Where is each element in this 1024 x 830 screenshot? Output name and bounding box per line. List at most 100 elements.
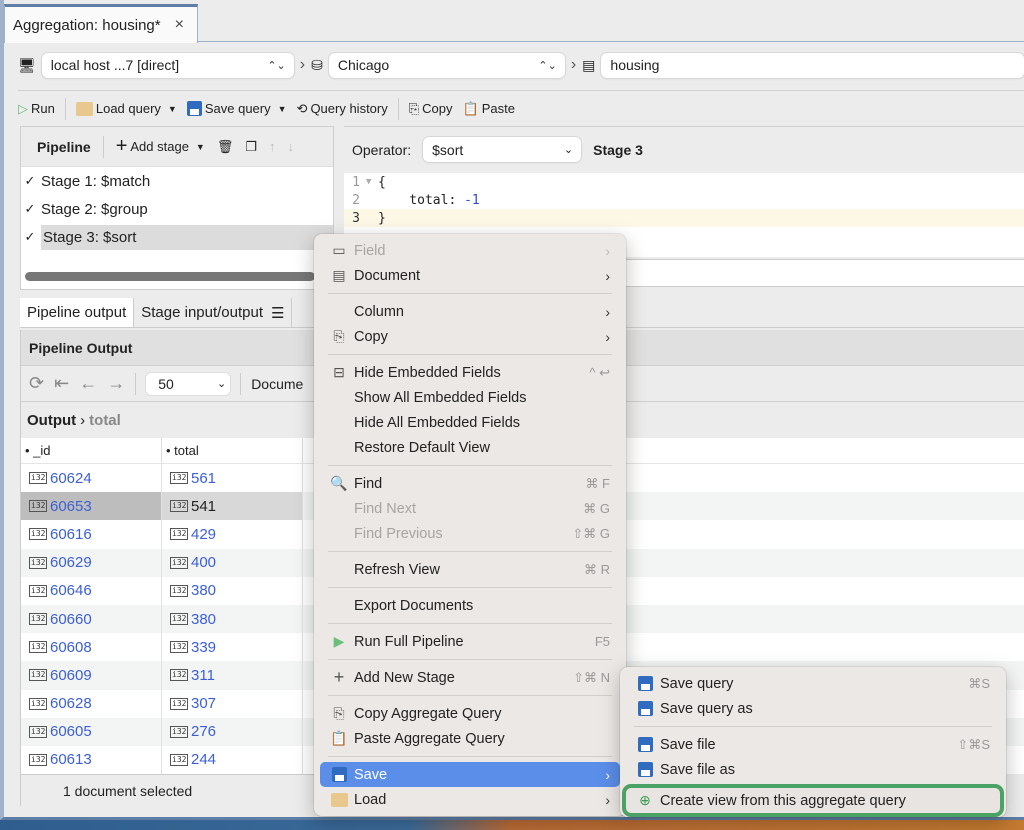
server-select[interactable]: local host ...7 [direct] ⌃⌄ [41,52,294,78]
add-stage-button[interactable]: + Add stage ▼ [116,135,205,158]
save-query-button[interactable]: Save query ▼ [186,101,287,116]
cell-total[interactable]: i32 380 [162,604,303,634]
page-size-value: 50 [158,375,174,392]
cell-id[interactable]: i32 60613 [21,745,162,775]
chevron-right-icon: › [570,56,577,73]
line-number: 1 [352,174,360,190]
refresh-icon[interactable]: ⟳ [29,373,44,394]
menu-item-copy[interactable]: ⎘ Copy › [320,324,620,349]
menu-label: Save [354,766,388,783]
cell-id[interactable]: i32 60653 [21,492,162,521]
column-header-total[interactable]: • total [162,438,303,463]
cell-total[interactable]: i32 244 [162,745,303,775]
cell-id[interactable]: i32 60608 [21,633,162,662]
chevron-right-icon: › [605,242,610,259]
cell-total[interactable]: i32 311 [162,661,303,690]
tab-stage-io[interactable]: Stage input/output ☰ [134,298,293,327]
first-page-icon[interactable]: ⇤ [54,373,69,394]
horizontal-scrollbar[interactable] [25,272,315,281]
server-icon: 🖥 [18,56,36,73]
cell-total[interactable]: i32 400 [162,548,303,577]
cell-total[interactable]: i32 561 [162,464,303,493]
cell-id[interactable]: i32 60616 [21,520,162,549]
trash-icon[interactable]: 🗑 [217,139,234,155]
cell-id[interactable]: i32 60609 [21,661,162,690]
menu-item-save-file-as[interactable]: Save file as [626,757,1000,782]
menu-item-find-previous[interactable]: Find Previous ⇧⌘ G [320,521,620,546]
chevron-right-icon: › [605,766,610,783]
cell-id[interactable]: i32 60629 [21,548,162,577]
cell-total[interactable]: i32 339 [162,633,303,662]
menu-item-paste-aggregate[interactable]: 📋 Paste Aggregate Query [320,726,620,751]
stage-checkbox[interactable]: ✓ [23,173,37,188]
stage-row[interactable]: ✓ Stage 1: $match [21,167,333,195]
operator-select[interactable]: $sort ⌄ [423,137,582,162]
database-select[interactable]: Chicago ⌃⌄ [328,52,565,78]
tab-pipeline-output[interactable]: Pipeline output [20,298,135,327]
breadcrumb-root[interactable]: Output [27,412,76,429]
cell-total[interactable]: i32 276 [162,717,303,746]
column-header-id[interactable]: • _id [21,438,162,463]
prev-page-icon[interactable]: ← [79,373,97,394]
menu-item-document[interactable]: ▤ Document › [320,263,620,288]
menu-item-field[interactable]: ▭ Field › [320,238,620,263]
page-size-select[interactable]: 50 ⌄ [146,372,231,395]
menu-item-find[interactable]: 🔍 Find ⌘ F [320,471,620,496]
tab-aggregation-housing[interactable]: Aggregation: housing* × [4,4,198,43]
query-history-button[interactable]: ⟲ Query history [297,101,388,117]
stage-row[interactable]: ✓ Stage 3: $sort [21,223,333,251]
menu-item-add-new-stage[interactable]: + Add New Stage ⇧⌘ N [320,665,620,690]
menu-separator [328,659,612,660]
cell-id[interactable]: i32 60646 [21,576,162,605]
cell-id[interactable]: i32 60605 [21,717,162,746]
stage-row[interactable]: ✓ Stage 2: $group [21,195,333,223]
menu-item-restore-default[interactable]: Restore Default View [320,435,620,460]
arrow-up-icon[interactable]: ↑ [269,139,276,154]
menu-item-save[interactable]: Save › [320,762,620,787]
stage-checkbox[interactable]: ✓ [23,229,37,244]
cell-id[interactable]: i32 60624 [21,464,162,493]
cell-id[interactable]: i32 60660 [21,604,162,634]
shortcut: ^ ↩ [589,364,610,380]
menu-item-export-documents[interactable]: Export Documents [320,593,620,618]
stage-checkbox[interactable]: ✓ [23,201,37,216]
cell-value: 541 [191,497,217,515]
caret-down-icon: ▼ [277,103,287,114]
run-button[interactable]: ▷ Run [18,101,55,117]
menu-item-save-query[interactable]: Save query ⌘S [626,671,1000,696]
cell-total[interactable]: i32 541 [162,492,303,521]
copy-button[interactable]: ⎘ Copy [409,101,453,117]
arrow-down-icon[interactable]: ↓ [288,139,295,154]
menu-item-column[interactable]: Column › [320,299,620,324]
cell-value: 276 [191,723,217,741]
close-icon[interactable]: × [175,16,184,34]
cell-total[interactable]: i32 429 [162,520,303,549]
menu-item-create-view[interactable]: ⊕ Create view from this aggregate query [622,784,1004,817]
run-label: Run [31,101,55,116]
menu-item-run-full-pipeline[interactable]: ▶ Run Full Pipeline F5 [320,629,620,654]
menu-item-hide-all-embedded[interactable]: Hide All Embedded Fields [320,410,620,435]
duplicate-icon[interactable]: ❐ [245,139,257,155]
column-label: _id [33,443,51,458]
menu-item-show-all-embedded[interactable]: Show All Embedded Fields [320,385,620,410]
paste-button[interactable]: 📋 Paste [463,101,515,117]
stage-label: Stage 3: $sort [41,224,333,250]
menu-item-save-query-as[interactable]: Save query as [626,696,1000,721]
menu-item-load[interactable]: Load › [320,787,620,812]
load-query-button[interactable]: Load query ▼ [75,101,177,116]
folder-icon [75,101,93,116]
menu-item-hide-embedded[interactable]: ⊟ Hide Embedded Fields ^ ↩ [320,360,620,385]
fold-icon[interactable]: ▼ [366,177,378,187]
menu-item-copy-aggregate[interactable]: ⎘ Copy Aggregate Query [320,701,620,726]
chevron-right-icon: › [605,791,610,808]
menu-item-refresh-view[interactable]: Refresh View ⌘ R [320,557,620,582]
int32-type-icon: i32 [170,584,188,597]
cell-total[interactable]: i32 307 [162,689,303,718]
menu-label: Field [354,242,386,259]
menu-item-save-file[interactable]: Save file ⇧⌘S [626,732,1000,757]
cell-total[interactable]: i32 380 [162,576,303,605]
next-page-icon[interactable]: → [107,373,125,394]
collection-field[interactable]: housing [601,52,1024,78]
menu-item-find-next[interactable]: Find Next ⌘ G [320,496,620,521]
cell-id[interactable]: i32 60628 [21,689,162,718]
